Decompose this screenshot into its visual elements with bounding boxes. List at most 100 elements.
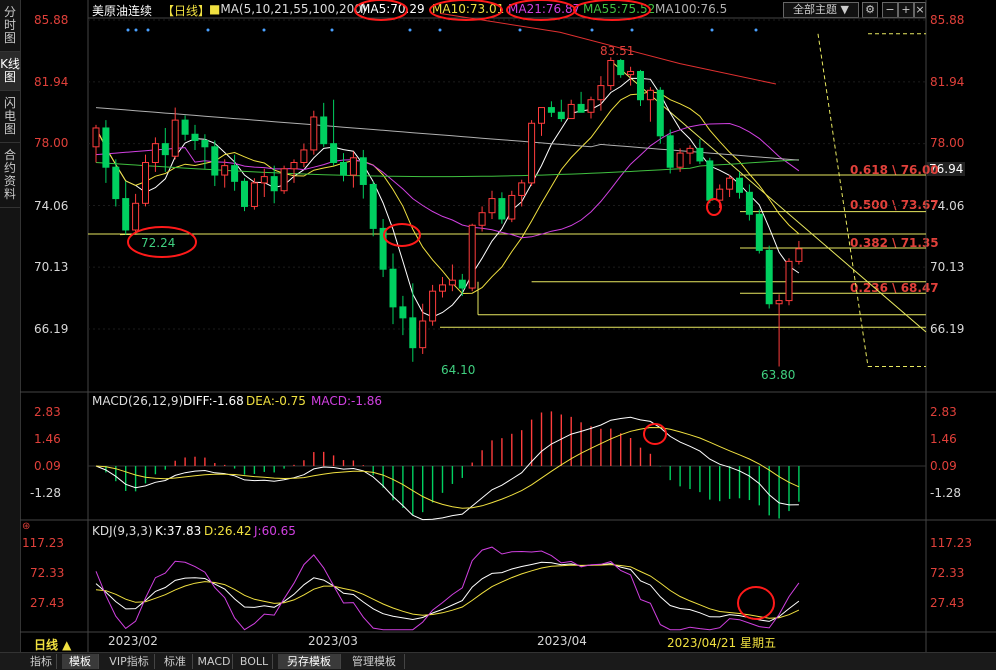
candle-body (122, 198, 130, 231)
macd-dea: DEA:-0.75 (246, 394, 306, 408)
signal-dot (262, 28, 266, 32)
grid-lines (88, 19, 926, 330)
macd-diff: DIFF:-1.68 (183, 394, 244, 408)
candle-body (191, 133, 199, 142)
candle-body (567, 103, 575, 120)
signal-dot (134, 28, 138, 32)
chart-canvas (20, 0, 996, 652)
signal-dot (330, 28, 334, 32)
candle-body (151, 143, 159, 163)
candle-body (132, 202, 140, 231)
signal-dot (710, 28, 714, 32)
tab-boll[interactable]: BOLL (236, 654, 273, 669)
tab-vip-indicator[interactable]: VIP指标 (104, 654, 155, 669)
macd-tick-left: -1.28 (30, 486, 62, 500)
candle-body (468, 224, 476, 289)
indicator-settings-icon[interactable]: ⊛ (22, 521, 30, 532)
price-tick-right: 81.94 (930, 75, 965, 89)
ma-params-label: ■MA(5,10,21,55,100,200) (209, 2, 367, 16)
kdj-j: J:60.65 (254, 524, 296, 538)
ma5-value: MA5:70.29 (360, 2, 425, 16)
price-tick-right: 70.13 (930, 260, 965, 274)
instrument-title: 美原油连续 (92, 4, 153, 18)
kdj-tick-left: 117.23 (22, 536, 64, 550)
close-icon[interactable]: × (914, 2, 926, 18)
candle-body (726, 177, 734, 190)
candle-body (478, 212, 486, 226)
tab-standard[interactable]: 标准 (158, 654, 193, 669)
kdj-tick-left: 27.43 (30, 596, 65, 610)
signal-dot (518, 28, 522, 32)
chart-frame (20, 0, 996, 652)
candle-body (646, 89, 654, 101)
candle-body (736, 177, 743, 193)
tab-indicator[interactable]: 指标 (26, 654, 57, 669)
candle-body (320, 116, 328, 145)
candle-body (349, 157, 357, 176)
tab-template[interactable]: 模板 (62, 654, 99, 669)
plus-icon[interactable]: + (898, 2, 914, 18)
ma55-value: MA55:75.52 (583, 2, 656, 16)
macd-value: MACD:-1.86 (311, 394, 383, 408)
candle-body (458, 279, 466, 289)
candle-body (201, 140, 209, 148)
candle-body (181, 119, 189, 135)
highlight-circle (737, 586, 775, 620)
candle-body (280, 168, 288, 192)
highlight-circle (643, 423, 667, 445)
date-tick: 2023/03 (308, 634, 358, 648)
theme-dropdown[interactable]: 全部主题 ▼ (783, 2, 859, 18)
ma100-line (95, 107, 799, 161)
candle-body (92, 127, 100, 148)
candle-body (359, 157, 367, 185)
tab-manage-template[interactable]: 管理模板 (344, 654, 405, 669)
candle-body (785, 260, 793, 302)
settings-icon[interactable]: ⚙ (862, 2, 878, 18)
candle-body (102, 127, 110, 168)
ma-color-square: ■ (209, 2, 221, 16)
tab-kline[interactable]: K线图 (0, 52, 20, 91)
price-tick-left: 74.06 (34, 199, 69, 213)
cursor-date: 2023/04/21 星期五 (667, 636, 776, 650)
candle-body (369, 183, 377, 229)
kdj-tick-right: 72.33 (930, 566, 965, 580)
ma5-line (95, 77, 800, 318)
candle-body (419, 320, 427, 349)
macd-title: MACD(26,12,9) (92, 394, 184, 408)
price-tick-right: 78.00 (930, 136, 965, 150)
candle-body (607, 59, 615, 87)
tab-save-template[interactable]: 另存模板 (278, 654, 341, 669)
period-switch[interactable]: 日线 ▲ (34, 636, 71, 653)
ma21-value: MA21:76.87 (508, 2, 581, 16)
price-tick-left: 78.00 (34, 136, 69, 150)
tab-flash[interactable]: 闪电图 (0, 91, 20, 143)
candle-body (399, 306, 407, 319)
minus-icon[interactable]: − (882, 2, 898, 18)
signal-dot (590, 28, 594, 32)
ma10-value: MA10:73.01 (432, 2, 505, 16)
price-tick-right: 66.19 (930, 322, 965, 336)
signal-dot (438, 28, 442, 32)
candle-body (379, 227, 387, 270)
ma10-line (95, 91, 800, 295)
signal-dot (754, 28, 758, 32)
tab-timeshare[interactable]: 分时图 (0, 0, 20, 52)
tab-contract-info[interactable]: 合约资料 (0, 143, 20, 208)
candle-body (795, 248, 803, 262)
kdj-panel (95, 546, 800, 631)
candle-body (577, 103, 585, 113)
candle-body (439, 284, 446, 292)
candle-body (528, 122, 536, 184)
tab-macd[interactable]: MACD (196, 654, 233, 669)
candle-body (389, 268, 397, 308)
date-tick: 2023/04 (537, 634, 587, 648)
fib-label: 0.382 \ 71.35 (850, 236, 939, 250)
candle-body (547, 107, 555, 113)
moving-average-lines (95, 12, 800, 318)
fib-label: 0.236 \ 68.47 (850, 281, 939, 295)
candle-body (666, 135, 674, 168)
date-tick: 2023/02 (108, 634, 158, 648)
candle-body (706, 160, 714, 201)
kdj-k-line (95, 561, 800, 622)
ma21-line (95, 122, 800, 239)
